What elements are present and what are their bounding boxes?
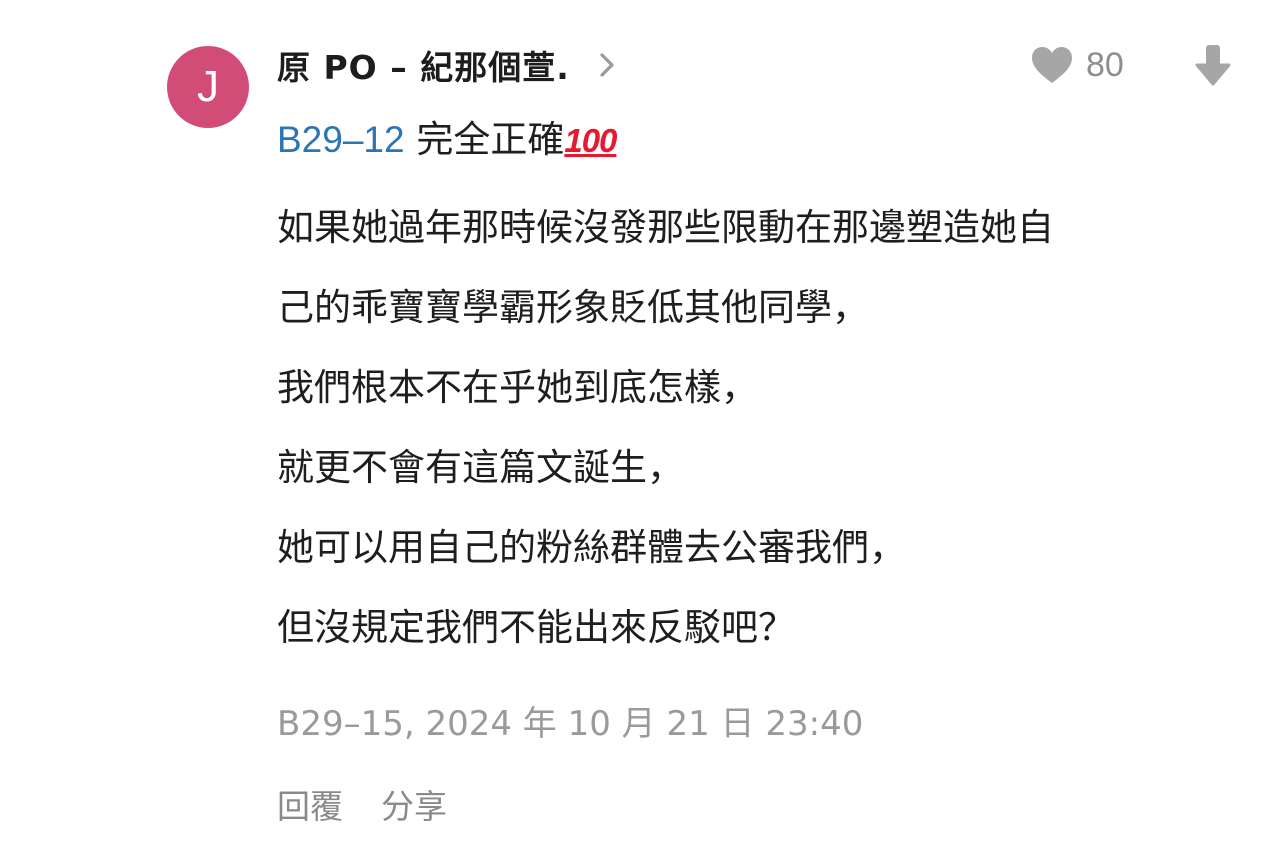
heart-icon[interactable] [1030, 45, 1074, 85]
comment-line: 如果她過年那時候沒發那些限動在那邊塑造她自 [277, 206, 1054, 249]
comment-line: 己的乖寶寶學霸形象貶低其他同學， [277, 286, 869, 329]
comment-line: 她可以用自己的粉絲群體去公審我們， [277, 526, 906, 569]
comment-body: B29–12 完全正確100 如果她過年那時候沒發那些限動在那邊塑造她自 己的乖… [277, 108, 1257, 668]
comment-actions: 回覆 分享 [277, 780, 447, 828]
comment-line: 我們根本不在乎她到底怎樣， [277, 366, 758, 409]
comment-meta: B29–15, 2024 年 10 月 21 日 23:40 [277, 704, 864, 744]
author-name[interactable]: 原 PO – 紀那個萱. [277, 41, 570, 89]
share-button[interactable]: 分享 [381, 780, 447, 828]
hundred-emoji: 100 [564, 122, 617, 159]
comment-line: 就更不會有這篇文誕生， [277, 446, 684, 489]
comment-first-line: B29–12 完全正確100 [277, 108, 1257, 172]
comment-line: 但沒規定我們不能出來反駁吧？ [277, 606, 795, 649]
author-row[interactable]: 原 PO – 紀那個萱. [277, 40, 622, 90]
comment-text: 完全正確 [404, 118, 565, 161]
reply-button[interactable]: 回覆 [277, 780, 343, 828]
downvote-button[interactable] [1190, 40, 1236, 90]
like-button[interactable]: 80 [1030, 40, 1124, 90]
reply-floor-link[interactable]: B29–12 [277, 119, 405, 160]
avatar[interactable]: J [167, 46, 249, 128]
like-count: 80 [1086, 45, 1124, 84]
arrow-down-icon[interactable] [1194, 43, 1232, 87]
chevron-right-icon[interactable] [592, 50, 622, 80]
